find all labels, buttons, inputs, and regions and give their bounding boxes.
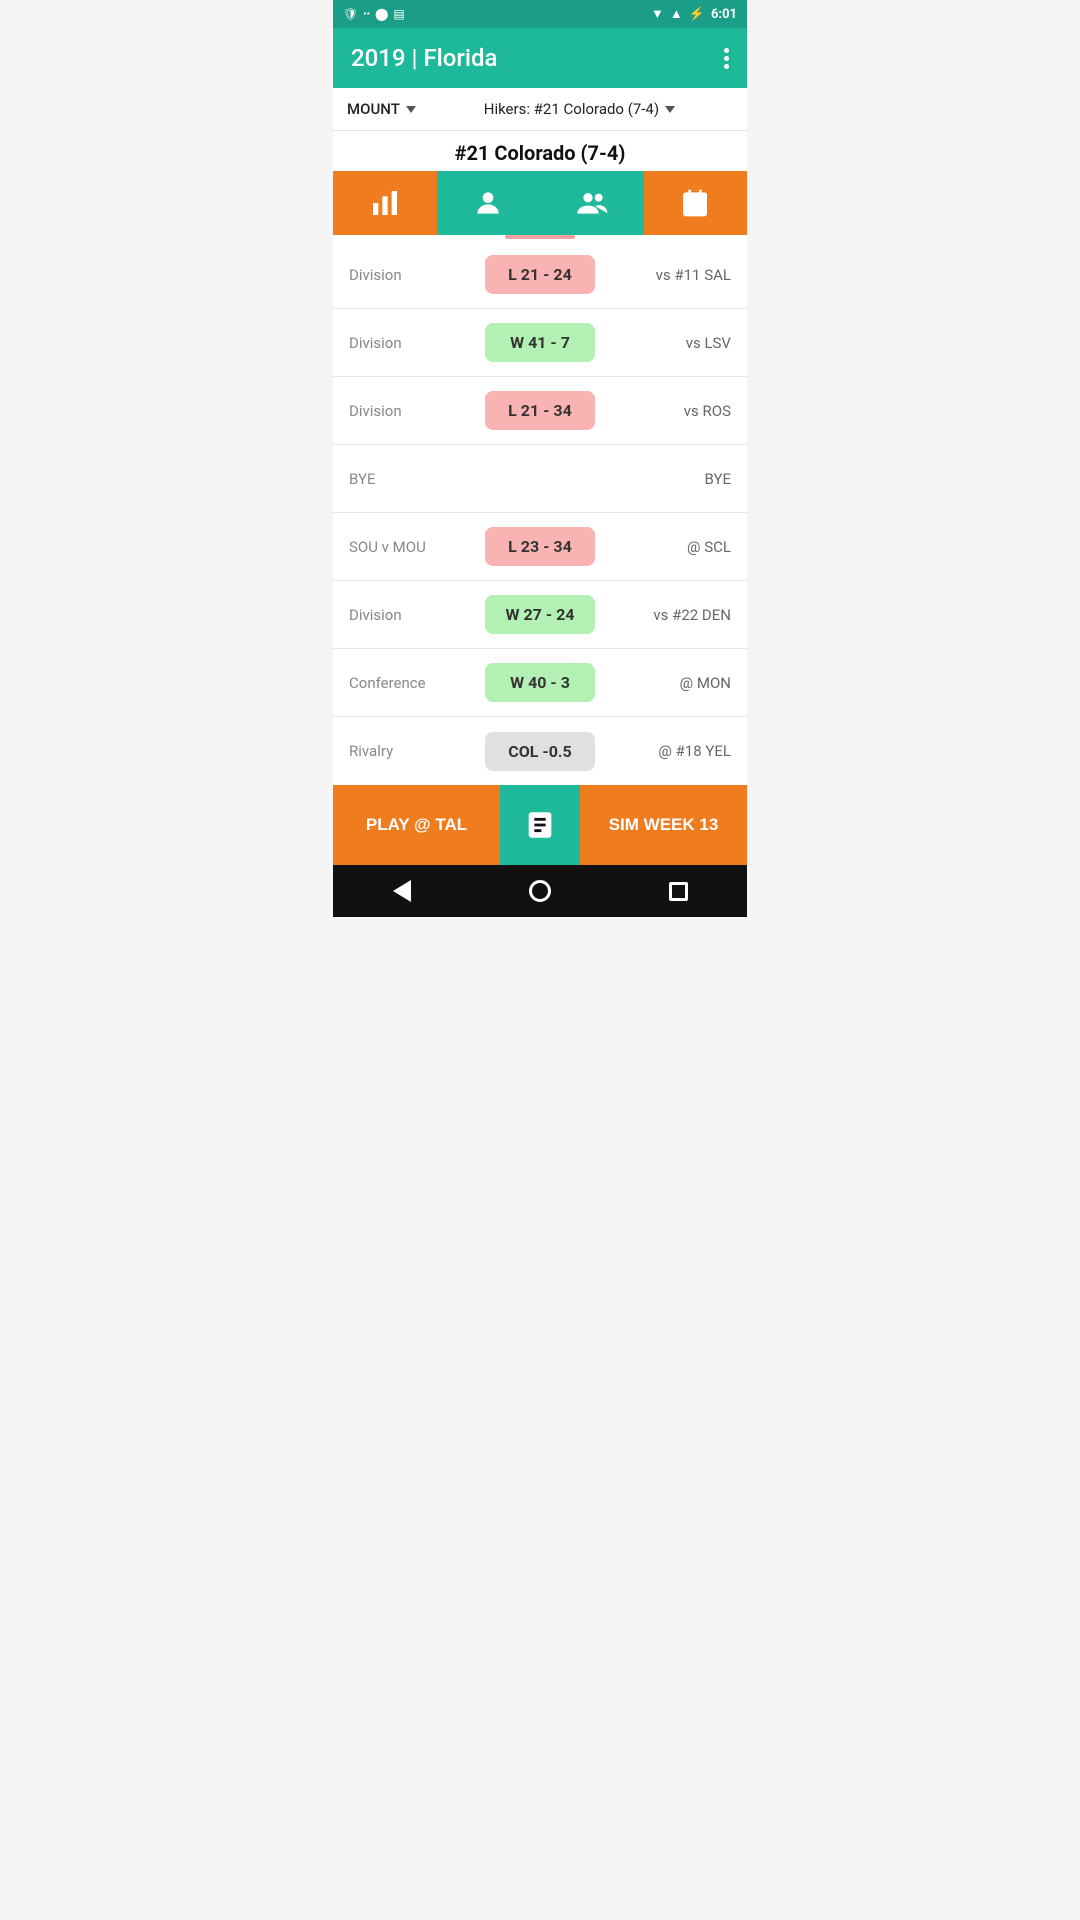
clock: 6:01 [711, 7, 737, 22]
calendar-icon [679, 187, 711, 219]
person-icon [472, 187, 504, 219]
stats-button[interactable] [333, 171, 437, 235]
team-title: #21 Colorado (7-4) [455, 141, 626, 165]
app-title: 2019 | Florida [351, 44, 497, 72]
result-col: W 40 - 3 [476, 663, 603, 702]
game-type: Division [349, 334, 476, 352]
table-row: SOU v MOU L 23 - 34 @ SCL [333, 513, 747, 581]
table-row: Division L 21 - 34 vs ROS [333, 377, 747, 445]
result-col: L 21 - 34 [476, 391, 603, 430]
result-badge: L 21 - 24 [485, 255, 595, 294]
result-badge: L 23 - 34 [485, 527, 595, 566]
table-row: Division W 27 - 24 vs #22 DEN [333, 581, 747, 649]
hikers-label: Hikers: #21 Colorado (7-4) [484, 100, 659, 118]
app-header: 2019 | Florida [333, 28, 747, 88]
shield-icon: 🛡 [343, 7, 358, 21]
battery-icon: ⚡ [689, 7, 705, 22]
mount-chevron-icon [406, 106, 416, 113]
sim-button[interactable]: SIM WEEK 13 [580, 785, 747, 865]
opponent: @ SCL [604, 538, 731, 556]
result-col: W 27 - 24 [476, 595, 603, 634]
more-options-button[interactable] [724, 48, 729, 69]
notes-button[interactable] [500, 785, 580, 865]
game-type: Division [349, 402, 476, 420]
status-icons-left: 🛡 •• ⬤ ▤ [343, 7, 405, 21]
opponent: vs LSV [604, 334, 731, 352]
team-title-row: #21 Colorado (7-4) [333, 131, 747, 171]
group-icon [576, 187, 608, 219]
result-col: L 23 - 34 [476, 527, 603, 566]
icon-buttons-row [333, 171, 747, 235]
table-row: Division W 41 - 7 vs LSV [333, 309, 747, 377]
game-type: Rivalry [349, 742, 476, 760]
signal-icon: ▲ [670, 6, 683, 22]
wifi-icon: ▼ [651, 6, 664, 22]
action-bar: PLAY @ TAL SIM WEEK 13 [333, 785, 747, 865]
result-badge: L 21 - 34 [485, 391, 595, 430]
opponent: vs #11 SAL [604, 266, 731, 284]
play-label: PLAY @ TAL [366, 815, 467, 835]
home-icon [529, 880, 551, 902]
table-row: Conference W 40 - 3 @ MON [333, 649, 747, 717]
opponent: vs ROS [604, 402, 731, 420]
opponent: BYE [604, 470, 731, 488]
signal-dots-icon: •• [363, 9, 370, 20]
result-col: COL -0.5 [476, 732, 603, 771]
game-type: Conference [349, 674, 476, 692]
result-col: L 21 - 24 [476, 255, 603, 294]
result-badge: W 27 - 24 [485, 595, 595, 634]
game-type: SOU v MOU [349, 538, 476, 556]
home-button[interactable] [518, 869, 562, 913]
result-badge: W 41 - 7 [485, 323, 595, 362]
hikers-dropdown[interactable]: Hikers: #21 Colorado (7-4) [426, 100, 733, 118]
result-badge: W 40 - 3 [485, 663, 595, 702]
bar-chart-icon [369, 187, 401, 219]
tab-indicator [505, 235, 575, 239]
mount-dropdown[interactable]: MOUNT [347, 100, 416, 118]
opponent: vs #22 DEN [604, 606, 731, 624]
hikers-chevron-icon [665, 106, 675, 113]
opponent: @ #18 YEL [604, 742, 731, 760]
result-badge: COL -0.5 [485, 732, 595, 771]
sim-icon: ▤ [393, 7, 404, 21]
table-row: Rivalry COL -0.5 @ #18 YEL [333, 717, 747, 785]
schedule-button[interactable] [644, 171, 748, 235]
navigation-bar [333, 865, 747, 917]
status-bar: 🛡 •• ⬤ ▤ ▼ ▲ ⚡ 6:01 [333, 0, 747, 28]
dropdowns-row: MOUNT Hikers: #21 Colorado (7-4) [333, 88, 747, 131]
back-button[interactable] [380, 869, 424, 913]
game-type: Division [349, 606, 476, 624]
recents-button[interactable] [656, 869, 700, 913]
player-button[interactable] [437, 171, 541, 235]
game-type: BYE [349, 470, 476, 488]
result-col: W 41 - 7 [476, 323, 603, 362]
table-row: BYE BYE [333, 445, 747, 513]
mount-label: MOUNT [347, 100, 400, 118]
circle-icon: ⬤ [375, 7, 388, 21]
schedule-list: Division L 21 - 24 vs #11 SAL Division W… [333, 241, 747, 785]
table-row: Division L 21 - 24 vs #11 SAL [333, 241, 747, 309]
game-type: Division [349, 266, 476, 284]
play-button[interactable]: PLAY @ TAL [333, 785, 500, 865]
status-icons-right: ▼ ▲ ⚡ 6:01 [651, 6, 737, 22]
sim-label: SIM WEEK 13 [609, 815, 719, 835]
group-button[interactable] [540, 171, 644, 235]
opponent: @ MON [604, 674, 731, 692]
recents-icon [669, 882, 688, 901]
back-icon [393, 880, 411, 902]
notes-icon [523, 808, 557, 842]
